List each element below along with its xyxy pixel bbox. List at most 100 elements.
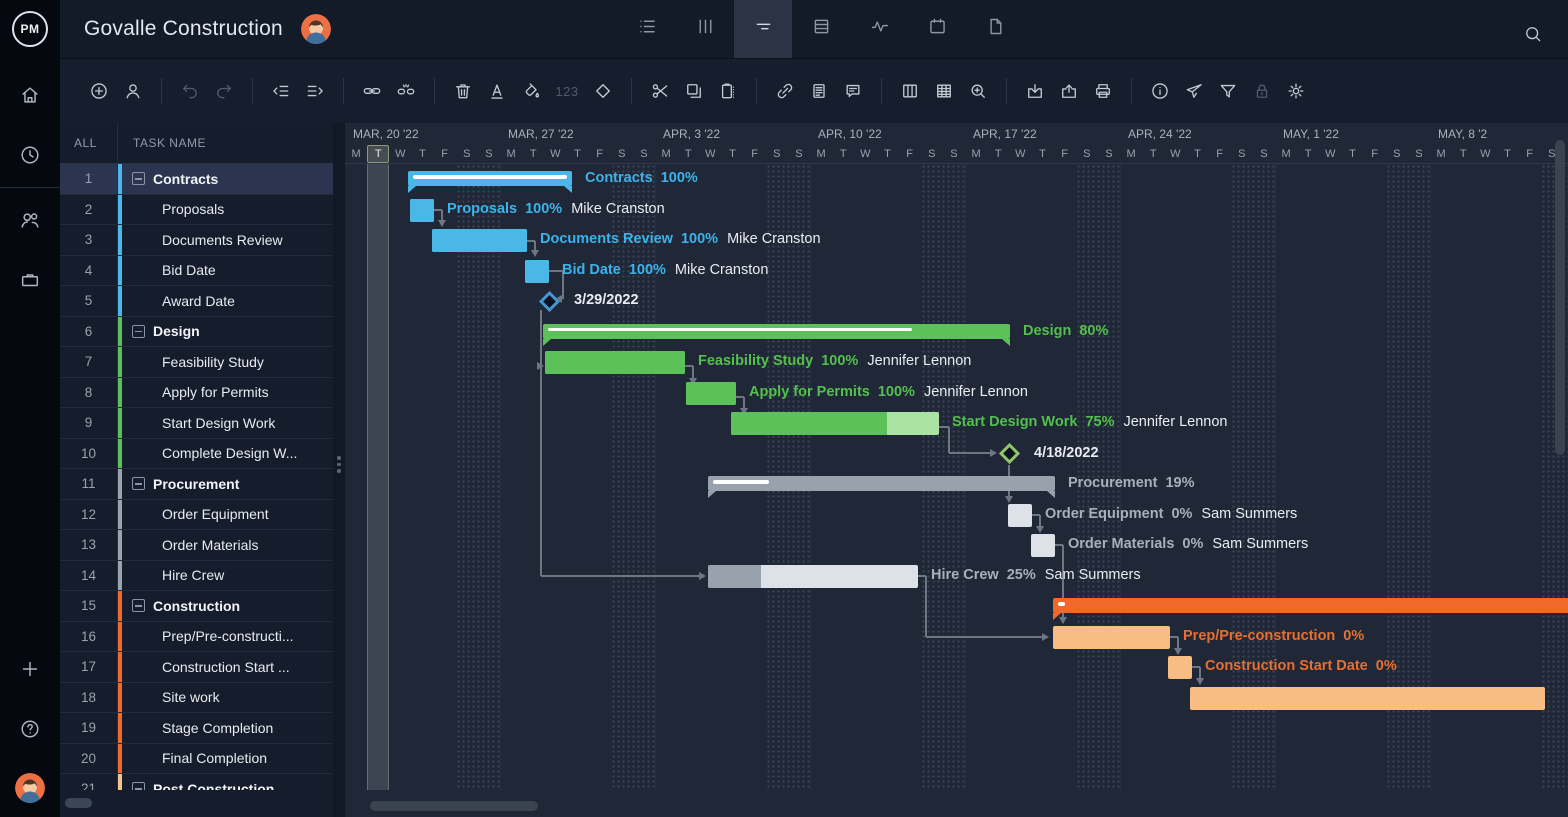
tab-activity[interactable]	[850, 0, 908, 58]
table-row[interactable]: 11 Procurement	[60, 469, 333, 500]
table-row[interactable]: 15 Construction	[60, 591, 333, 622]
print-icon[interactable]	[1086, 74, 1120, 108]
table-row[interactable]: 19 Stage Completion	[60, 713, 333, 744]
milestone-icon[interactable]	[586, 74, 620, 108]
lock-icon[interactable]	[1245, 74, 1279, 108]
redo-icon[interactable]	[207, 74, 241, 108]
export-icon[interactable]	[1052, 74, 1086, 108]
pm-logo[interactable]: PM	[12, 11, 48, 47]
summary-bar-orange[interactable]	[1053, 598, 1568, 613]
fill-color-icon[interactable]	[514, 74, 548, 108]
table-row[interactable]: 5 Award Date	[60, 286, 333, 317]
paste-icon[interactable]	[711, 74, 745, 108]
tab-list[interactable]	[618, 0, 676, 58]
tab-doc[interactable]	[966, 0, 1024, 58]
clock-icon[interactable]	[0, 125, 60, 185]
home-icon[interactable]	[0, 65, 60, 125]
info-icon[interactable]	[1143, 74, 1177, 108]
task-bar-green[interactable]	[686, 382, 736, 405]
table-row[interactable]: 14 Hire Crew	[60, 561, 333, 592]
task-bar-green[interactable]	[731, 412, 939, 435]
link-tasks-icon[interactable]	[355, 74, 389, 108]
tab-board[interactable]	[676, 0, 734, 58]
collapse-icon[interactable]	[132, 477, 145, 490]
gantt-vscrollbar-thumb[interactable]	[1555, 140, 1565, 455]
table-hscrollbar-thumb[interactable]	[65, 798, 92, 808]
table-row[interactable]: 16 Prep/Pre-constructi...	[60, 622, 333, 653]
settings-icon[interactable]	[1279, 74, 1313, 108]
table-row[interactable]: 9 Start Design Work	[60, 408, 333, 439]
undo-icon[interactable]	[173, 74, 207, 108]
collapse-icon[interactable]	[132, 172, 145, 185]
table-row[interactable]: 17 Construction Start ...	[60, 652, 333, 683]
delete-icon[interactable]	[446, 74, 480, 108]
table-row[interactable]: 18 Site work	[60, 683, 333, 714]
section-color-strip	[118, 439, 122, 469]
unlink-tasks-icon[interactable]	[389, 74, 423, 108]
table-row[interactable]: 3 Documents Review	[60, 225, 333, 256]
zoom-in-icon[interactable]	[961, 74, 995, 108]
timeline-day-label: T	[721, 145, 743, 163]
table-row[interactable]: 13 Order Materials	[60, 530, 333, 561]
timeline-weeks: MAR, 20 '22MAR, 27 '22APR, 3 '22APR, 10 …	[345, 123, 1568, 145]
task-bar-orange[interactable]	[1053, 626, 1170, 649]
task-bar-green[interactable]	[545, 351, 685, 374]
text-color-icon[interactable]	[480, 74, 514, 108]
table-row[interactable]: 21 Post Construction	[60, 774, 333, 790]
summary-bar-blue[interactable]	[408, 171, 572, 186]
tab-gantt[interactable]	[734, 0, 792, 58]
grid-icon[interactable]	[927, 74, 961, 108]
collapse-icon[interactable]	[132, 782, 145, 790]
team-icon[interactable]	[0, 190, 60, 250]
panel-splitter[interactable]	[333, 123, 345, 817]
table-row[interactable]: 1 Contracts	[60, 164, 333, 195]
table-row[interactable]: 2 Proposals	[60, 195, 333, 226]
project-owner-avatar[interactable]	[301, 14, 331, 44]
share-icon[interactable]	[1177, 74, 1211, 108]
plus-icon[interactable]	[0, 639, 60, 699]
toolbar-separator	[1131, 78, 1132, 104]
comment-icon[interactable]	[836, 74, 870, 108]
task-bar-gray[interactable]	[708, 565, 918, 588]
sidebar-user-avatar[interactable]	[15, 773, 45, 803]
cut-icon[interactable]	[643, 74, 677, 108]
help-icon[interactable]	[0, 699, 60, 759]
copy-icon[interactable]	[677, 74, 711, 108]
table-row[interactable]: 4 Bid Date	[60, 256, 333, 287]
task-bar-orange[interactable]	[1190, 687, 1545, 710]
table-row[interactable]: 6 Design	[60, 317, 333, 348]
table-row[interactable]: 12 Order Equipment	[60, 500, 333, 531]
numbers-icon[interactable]: 123	[548, 74, 586, 108]
portfolio-icon[interactable]	[0, 250, 60, 310]
indent-icon[interactable]	[298, 74, 332, 108]
table-row[interactable]: 7 Feasibility Study	[60, 347, 333, 378]
assign-user-icon[interactable]	[116, 74, 150, 108]
add-task-icon[interactable]	[82, 74, 116, 108]
notes-icon[interactable]	[802, 74, 836, 108]
table-row[interactable]: 10 Complete Design W...	[60, 439, 333, 470]
task-bar-gray[interactable]	[1031, 534, 1055, 557]
outdent-icon[interactable]	[264, 74, 298, 108]
gantt-hscrollbar-thumb[interactable]	[370, 801, 538, 811]
summary-bar-green[interactable]	[543, 324, 1010, 339]
task-bar-blue[interactable]	[525, 260, 549, 283]
task-bar-orange[interactable]	[1168, 656, 1192, 679]
tab-sheet[interactable]	[792, 0, 850, 58]
columns-icon[interactable]	[893, 74, 927, 108]
attachment-icon[interactable]	[768, 74, 802, 108]
task-bar-blue[interactable]	[410, 199, 434, 222]
collapse-icon[interactable]	[132, 325, 145, 338]
milestone-diamond[interactable]	[998, 443, 1019, 464]
collapse-icon[interactable]	[132, 599, 145, 612]
task-bar-gray[interactable]	[1008, 504, 1032, 527]
table-row[interactable]: 20 Final Completion	[60, 744, 333, 775]
task-bar-blue[interactable]	[432, 229, 527, 252]
tab-calendar[interactable]	[908, 0, 966, 58]
timeline-day-label: S	[1408, 145, 1430, 163]
filter-icon[interactable]	[1211, 74, 1245, 108]
table-row[interactable]: 8 Apply for Permits	[60, 378, 333, 409]
import-icon[interactable]	[1018, 74, 1052, 108]
task-name: Proposals	[162, 201, 224, 217]
summary-bar-gray[interactable]	[708, 476, 1055, 491]
search-icon[interactable]	[1516, 17, 1550, 51]
